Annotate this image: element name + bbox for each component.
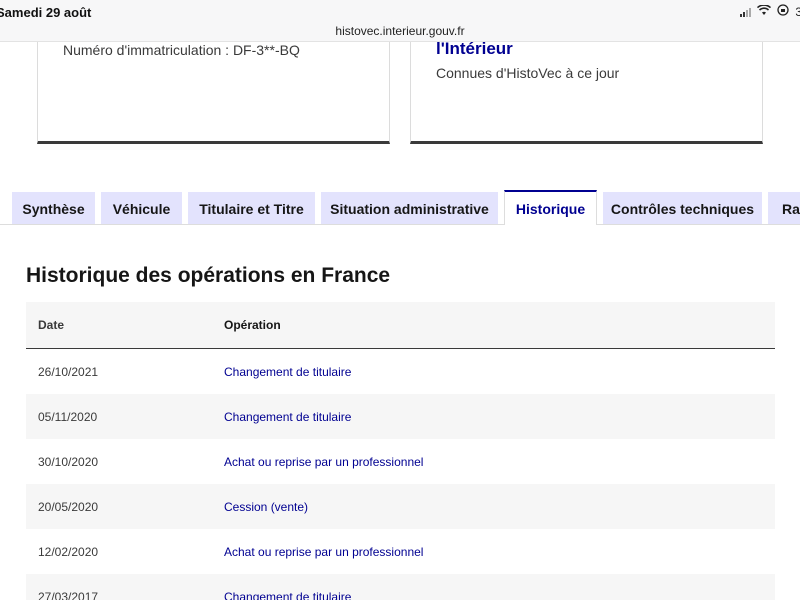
status-bar: Samedi 29 août 3 bbox=[0, 0, 800, 22]
row-date: 27/03/2017 bbox=[38, 589, 99, 600]
tab-vehicule[interactable]: Véhicule bbox=[101, 192, 182, 225]
table-row: 27/03/2017 Changement de titulaire bbox=[26, 574, 775, 600]
tab-bar: Synthèse Véhicule Titulaire et Titre Sit… bbox=[0, 190, 800, 225]
table-row: 30/10/2020 Achat ou reprise par un profe… bbox=[26, 439, 775, 484]
status-date: Samedi 29 août bbox=[0, 5, 92, 20]
table-row: 20/05/2020 Cession (vente) bbox=[26, 484, 775, 529]
row-operation: Cession (vente) bbox=[224, 499, 309, 514]
table-header: Date Opération bbox=[26, 302, 775, 349]
battery-percent: 3 bbox=[795, 4, 800, 19]
source-card-title: l'Intérieur bbox=[436, 39, 513, 58]
row-date: 05/11/2020 bbox=[38, 409, 98, 424]
row-operation: Achat ou reprise par un professionnel bbox=[224, 544, 424, 559]
row-operation: Changement de titulaire bbox=[224, 364, 352, 379]
table-row: 12/02/2020 Achat ou reprise par un profe… bbox=[26, 529, 775, 574]
orientation-lock-icon bbox=[777, 4, 789, 19]
vehicle-card: Numéro d'immatriculation : DF-3**-BQ bbox=[37, 42, 390, 144]
row-date: 30/10/2020 bbox=[38, 454, 99, 469]
tab-controles-techniques[interactable]: Contrôles techniques bbox=[603, 192, 762, 225]
table-row: 26/10/2021 Changement de titulaire bbox=[26, 349, 775, 394]
address-bar[interactable]: histovec.interieur.gouv.fr bbox=[0, 22, 800, 42]
status-icons: 3 bbox=[740, 3, 800, 19]
table-row: 05/11/2020 Changement de titulaire bbox=[26, 394, 775, 439]
row-operation: Changement de titulaire bbox=[224, 589, 352, 600]
header-operation: Opération bbox=[224, 318, 281, 332]
row-operation: Achat ou reprise par un professionnel bbox=[224, 454, 424, 469]
row-date: 12/02/2020 bbox=[38, 544, 99, 559]
tab-synthese[interactable]: Synthèse bbox=[12, 192, 95, 225]
wifi-icon bbox=[757, 3, 772, 19]
row-operation: Changement de titulaire bbox=[224, 409, 352, 424]
registration-number: Numéro d'immatriculation : DF-3**-BQ bbox=[63, 42, 300, 58]
tab-rapport[interactable]: Rap bbox=[768, 192, 800, 225]
history-table: Date Opération 26/10/2021 Changement de … bbox=[26, 302, 775, 600]
source-card-subtitle: Connues d'HistoVec à ce jour bbox=[436, 65, 620, 81]
tab-situation-administrative[interactable]: Situation administrative bbox=[321, 192, 498, 225]
tab-titulaire-titre[interactable]: Titulaire et Titre bbox=[188, 192, 315, 225]
row-date: 20/05/2020 bbox=[38, 499, 99, 514]
header-date: Date bbox=[38, 318, 65, 332]
row-date: 26/10/2021 bbox=[38, 364, 99, 379]
url-text: histovec.interieur.gouv.fr bbox=[335, 24, 465, 38]
tab-historique[interactable]: Historique bbox=[504, 190, 597, 225]
source-card: l'Intérieur Connues d'HistoVec à ce jour bbox=[410, 39, 763, 144]
signal-icon bbox=[740, 7, 752, 17]
section-title: Historique des opérations en France bbox=[26, 264, 391, 287]
